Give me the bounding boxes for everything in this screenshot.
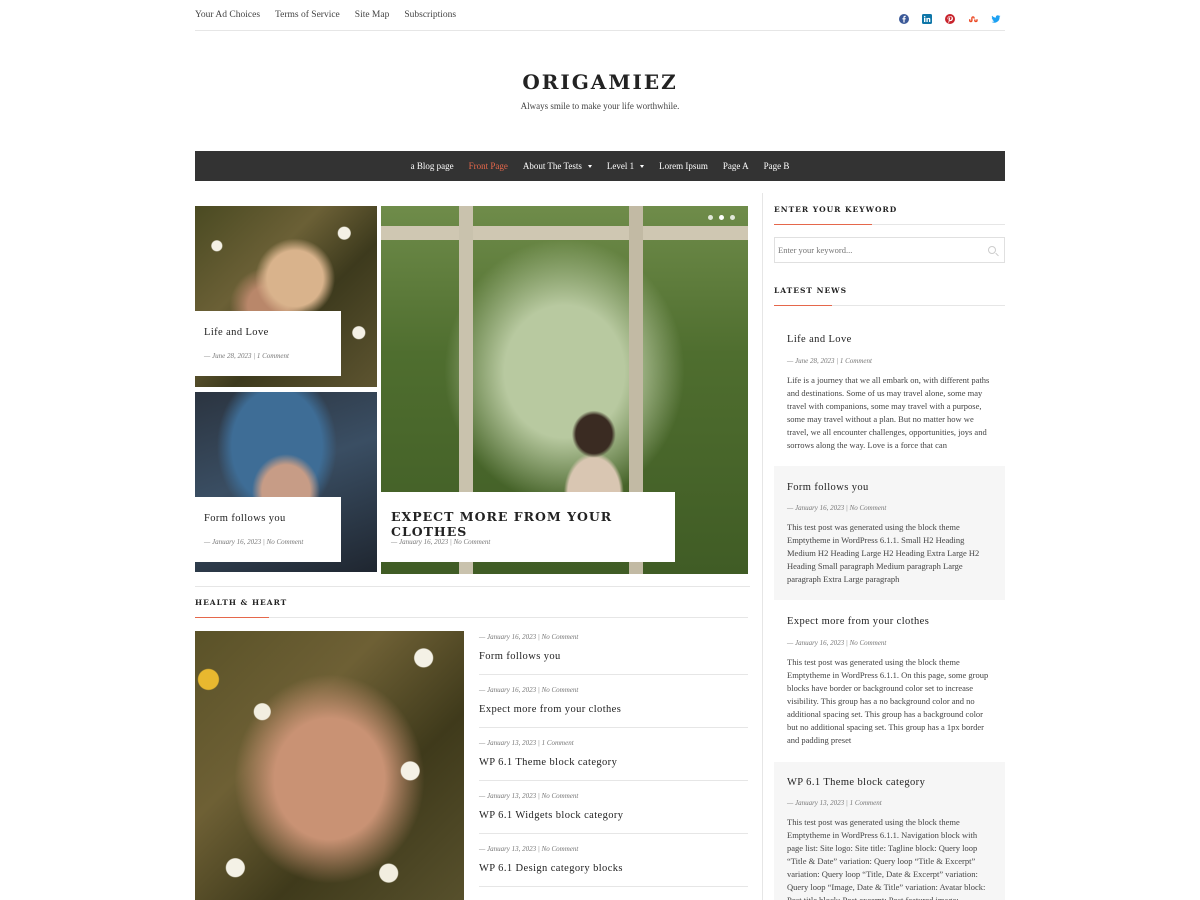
list-item-title[interactable]: WP 6.1 Theme block category: [479, 757, 617, 768]
latest-news-meta: — January 16, 2023 | No Comment: [787, 504, 887, 512]
list-divider: [479, 674, 748, 675]
latest-news-card: Expect more from your clothes — January …: [774, 601, 1005, 761]
list-item-title[interactable]: Form follows you: [479, 651, 561, 662]
subscriptions-link[interactable]: Subscriptions: [404, 10, 456, 20]
list-item-meta: — January 16, 2023 | No Comment: [479, 633, 579, 641]
latest-news-excerpt: This test post was generated using the b…: [787, 522, 980, 584]
list-item-title[interactable]: Expect more from your clothes: [479, 704, 621, 715]
chevron-down-icon: [587, 164, 592, 168]
section-accent: [774, 305, 832, 306]
social-links: [899, 9, 1001, 24]
pinterest-icon[interactable]: [945, 9, 955, 24]
featured-post-meta: — January 16, 2023 | No Comment: [204, 538, 304, 546]
sidebar-heading-latest: LATEST NEWS: [774, 286, 847, 295]
list-item-meta: — January 13, 2023 | No Comment: [479, 792, 579, 800]
featured-caption: Form follows you — January 16, 2023 | No…: [195, 497, 341, 562]
nav-item-lorem-ipsum[interactable]: Lorem Ipsum: [659, 161, 708, 171]
nav-item-front-page[interactable]: Front Page: [469, 161, 508, 171]
latest-news-card: WP 6.1 Theme block category — January 13…: [774, 762, 1005, 900]
list-item-meta: — January 16, 2023 | No Comment: [479, 686, 579, 694]
list-item-title[interactable]: WP 6.1 Widgets block category: [479, 810, 623, 821]
latest-news-excerpt: Life is a journey that we all embark on,…: [787, 375, 990, 450]
slider-dot[interactable]: [730, 215, 735, 220]
site-tagline: Always smile to make your life worthwhil…: [520, 101, 680, 111]
nav-item-page-a[interactable]: Page A: [723, 161, 749, 171]
latest-news-title[interactable]: Form follows you: [787, 482, 869, 493]
latest-news-card: Life and Love — June 28, 2023 | 1 Commen…: [774, 318, 1005, 465]
latest-news-card: Form follows you — January 16, 2023 | No…: [774, 466, 1005, 600]
section-heading-health-heart: HEALTH & HEART: [195, 598, 288, 607]
chevron-down-icon: [640, 164, 645, 168]
slider-dot[interactable]: [719, 215, 724, 220]
nav-label: Lorem Ipsum: [659, 161, 708, 171]
list-divider: [479, 833, 748, 834]
sidebar-heading-search: ENTER YOUR KEYWORD: [774, 205, 898, 214]
featured-post-title[interactable]: Life and Love: [204, 327, 269, 338]
top-links: Your Ad Choices Terms of Service Site Ma…: [195, 10, 456, 20]
latest-news-meta: — June 28, 2023 | 1 Comment: [787, 357, 872, 365]
section-accent: [774, 224, 872, 225]
nav-item-blog-page[interactable]: a Blog page: [411, 161, 454, 171]
nav-label: About The Tests: [522, 161, 582, 171]
list-divider: [479, 727, 748, 728]
twitter-icon[interactable]: [991, 9, 1001, 23]
nav-item-page-b[interactable]: Page B: [764, 161, 790, 171]
site-title[interactable]: ORIGAMIEZ: [0, 70, 1200, 94]
latest-news-meta: — January 16, 2023 | No Comment: [787, 639, 887, 647]
sidebar-separator: [762, 193, 763, 900]
ad-choices-link[interactable]: Your Ad Choices: [195, 10, 260, 20]
stumbleupon-icon[interactable]: [968, 9, 978, 23]
search-box: [774, 237, 1005, 263]
main-nav: a Blog page Front Page About The Tests L…: [195, 151, 1005, 181]
slider-post-title[interactable]: EXPECT MORE FROM YOUR CLOTHES: [391, 509, 675, 539]
latest-news-excerpt: This test post was generated using the b…: [787, 657, 989, 745]
nav-label: Front Page: [468, 161, 508, 171]
list-divider: [479, 780, 748, 781]
nav-label: a Blog page: [410, 161, 454, 171]
list-item-meta: — January 13, 2023 | 1 Comment: [479, 739, 574, 747]
featured-post-title[interactable]: Form follows you: [204, 513, 286, 524]
slider-post-meta: — January 16, 2023 | No Comment: [391, 538, 491, 546]
latest-news-excerpt: This test post was generated using the b…: [787, 817, 986, 900]
nav-label: Page B: [763, 161, 790, 171]
slider-dot[interactable]: [708, 215, 713, 220]
nav-item-about-the-tests[interactable]: About The Tests: [523, 161, 592, 171]
linkedin-icon[interactable]: [922, 9, 932, 24]
health-feature-image[interactable]: [195, 631, 464, 900]
section-divider: [195, 586, 750, 587]
section-underline: [195, 617, 748, 618]
nav-label: Page A: [722, 161, 749, 171]
latest-news-meta: — January 13, 2023 | 1 Comment: [787, 799, 882, 807]
site-map-link[interactable]: Site Map: [355, 10, 390, 20]
featured-caption: Life and Love — June 28, 2023 | 1 Commen…: [195, 311, 341, 376]
search-icon[interactable]: [988, 246, 996, 254]
nav-label: Level 1: [606, 161, 635, 171]
slider-dots: [708, 215, 735, 220]
slider-caption: EXPECT MORE FROM YOUR CLOTHES — January …: [381, 492, 675, 562]
list-divider: [479, 886, 748, 887]
section-accent: [195, 617, 269, 618]
search-input[interactable]: [775, 238, 975, 262]
nav-item-level-1[interactable]: Level 1: [606, 161, 645, 171]
list-item-title[interactable]: WP 6.1 Design category blocks: [479, 863, 623, 874]
top-bar: Your Ad Choices Terms of Service Site Ma…: [195, 0, 1005, 31]
list-item-meta: — January 13, 2023 | No Comment: [479, 845, 579, 853]
latest-news-title[interactable]: Expect more from your clothes: [787, 616, 929, 627]
featured-post-meta: — June 28, 2023 | 1 Comment: [204, 352, 289, 360]
facebook-icon[interactable]: [899, 9, 909, 24]
latest-news-title[interactable]: WP 6.1 Theme block category: [787, 777, 925, 788]
terms-link[interactable]: Terms of Service: [275, 10, 340, 20]
latest-news-title[interactable]: Life and Love: [787, 334, 852, 345]
